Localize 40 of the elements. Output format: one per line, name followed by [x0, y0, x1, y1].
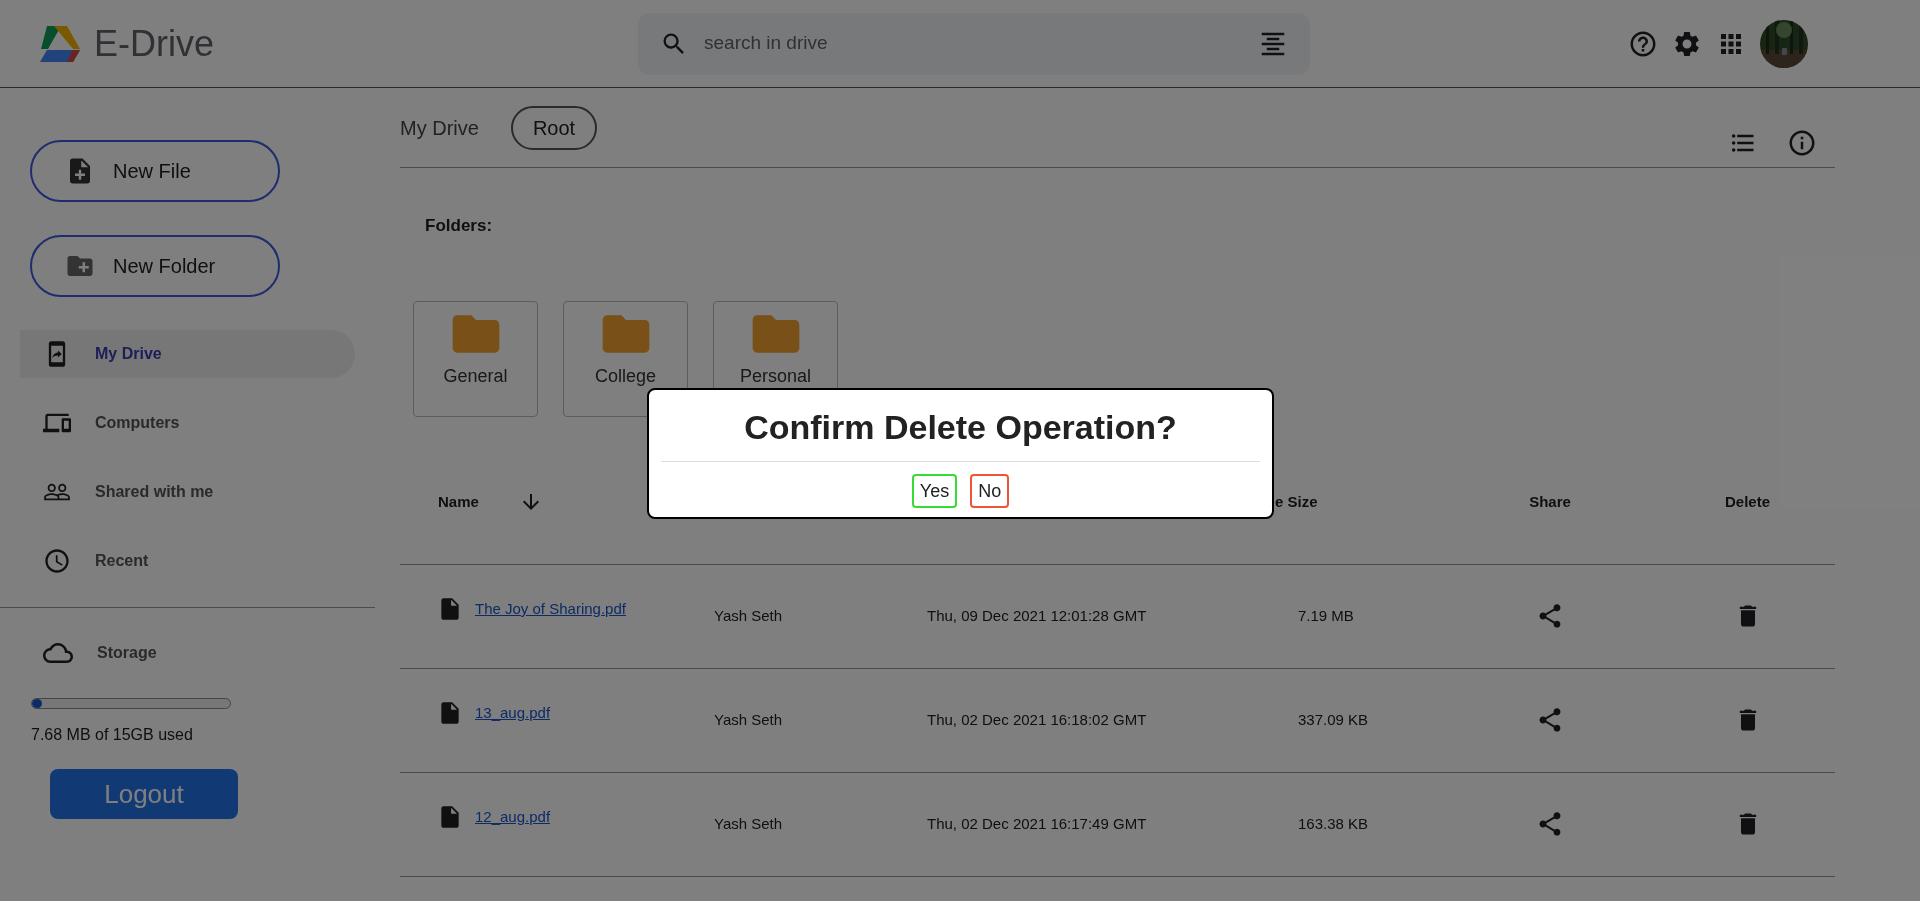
table-cell-text: Thu, 02 Dec 2021 16:17:49 GMT — [926, 813, 1148, 834]
folder-tile[interactable]: College — [563, 300, 688, 417]
storage-usage: 7.68 MB of 15GB used — [31, 725, 194, 745]
app-title: E-Drive — [94, 21, 214, 66]
search-bar[interactable]: search in drive — [638, 12, 1310, 75]
table-cell-text: 163.38 KB — [1297, 813, 1370, 834]
table-cell-text: Thu, 09 Dec 2021 12:01:28 GMT — [926, 605, 1148, 626]
nav-item[interactable]: Computers — [20, 399, 355, 447]
breadcrumb-chip[interactable]: Root — [510, 105, 598, 150]
column-header: Delete — [1725, 492, 1770, 510]
clock-icon — [43, 547, 71, 575]
table-cell-text: Yash Seth — [713, 813, 784, 834]
file-link[interactable]: 12_aug.pdf — [475, 805, 551, 829]
table-cell-text: 337.09 KB — [1297, 709, 1370, 730]
nav-item[interactable]: My Drive — [20, 330, 355, 378]
table-cell-text: Thu, 02 Dec 2021 16:18:02 GMT — [926, 709, 1148, 730]
column-header: Name — [438, 491, 479, 512]
folder-name: Personal — [739, 364, 811, 388]
no-button[interactable]: No — [970, 474, 1010, 508]
logout-button[interactable]: Logout — [50, 769, 238, 819]
column-header: Share — [1529, 492, 1571, 510]
folders-heading: Folders: — [425, 215, 494, 237]
breadcrumb-item[interactable]: My Drive — [400, 112, 479, 143]
folder-name: College — [594, 364, 656, 388]
nav-item[interactable]: Shared with me — [20, 468, 355, 516]
file-link[interactable]: 13_aug.pdf — [475, 701, 551, 725]
table-cell-text: 7.19 MB — [1297, 605, 1355, 626]
storage-label: Storage — [97, 643, 157, 663]
column-header: e Size — [1275, 492, 1318, 510]
table-cell-text: Yash Seth — [713, 605, 784, 626]
folder-name: General — [443, 364, 508, 388]
yes-button[interactable]: Yes — [911, 474, 958, 508]
nav-item[interactable]: Recent — [20, 537, 355, 585]
folder-tile[interactable]: General — [413, 300, 538, 417]
new-folder-button[interactable]: New Folder — [30, 235, 280, 297]
file-link[interactable]: The Joy of Sharing.pdf — [475, 597, 626, 621]
drive-logo-icon — [40, 25, 80, 62]
search-field[interactable]: search in drive — [704, 29, 1242, 58]
table-cell-text: Yash Seth — [713, 709, 784, 730]
new-file-button[interactable]: New File — [30, 140, 280, 202]
